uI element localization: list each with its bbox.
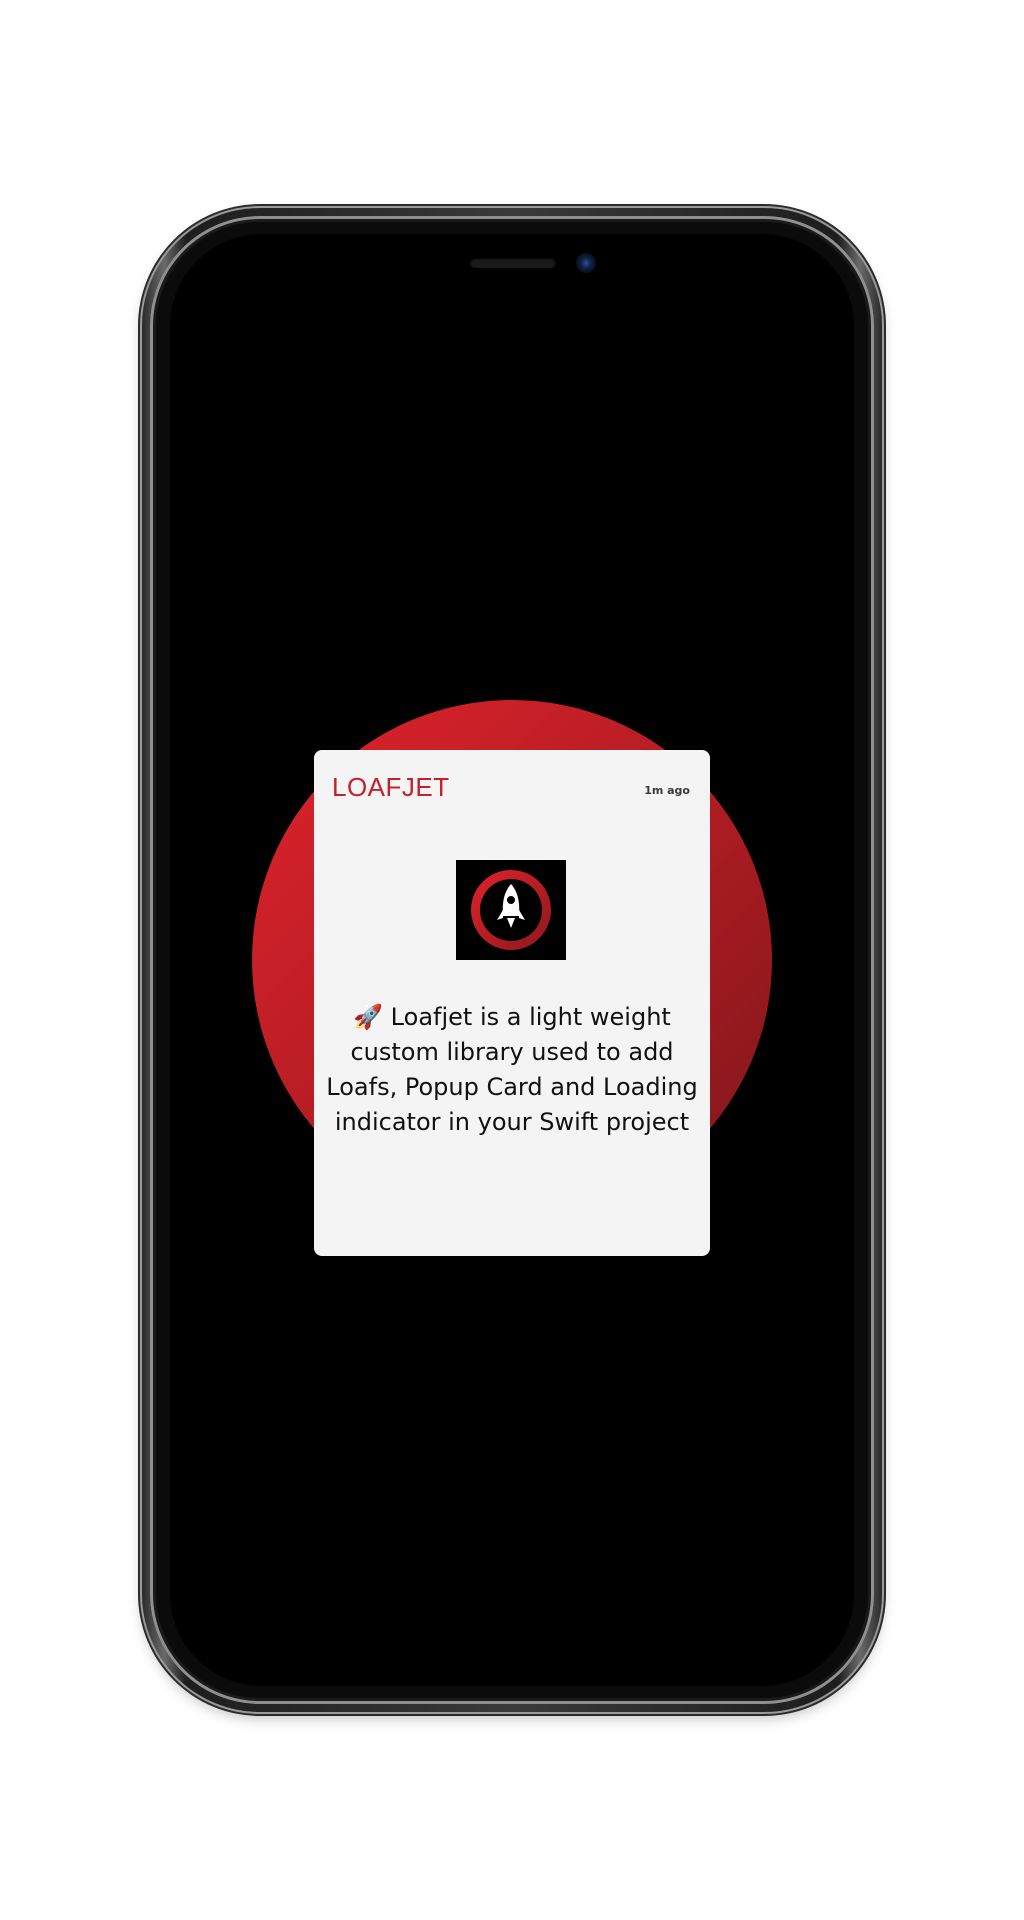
popup-card[interactable]: LOAFJET 1m ago 🚀 Loafjet is a light weig… bbox=[314, 750, 710, 1256]
front-camera bbox=[576, 253, 596, 273]
card-timestamp: 1m ago bbox=[644, 784, 690, 797]
card-title: LOAFJET bbox=[332, 772, 450, 802]
mockup-stage: LOAFJET 1m ago 🚀 Loafjet is a light weig… bbox=[0, 0, 1024, 1920]
earpiece-speaker bbox=[470, 258, 556, 268]
rocket-icon bbox=[456, 860, 566, 960]
card-message: 🚀 Loafjet is a light weight custom libra… bbox=[326, 1003, 698, 1136]
